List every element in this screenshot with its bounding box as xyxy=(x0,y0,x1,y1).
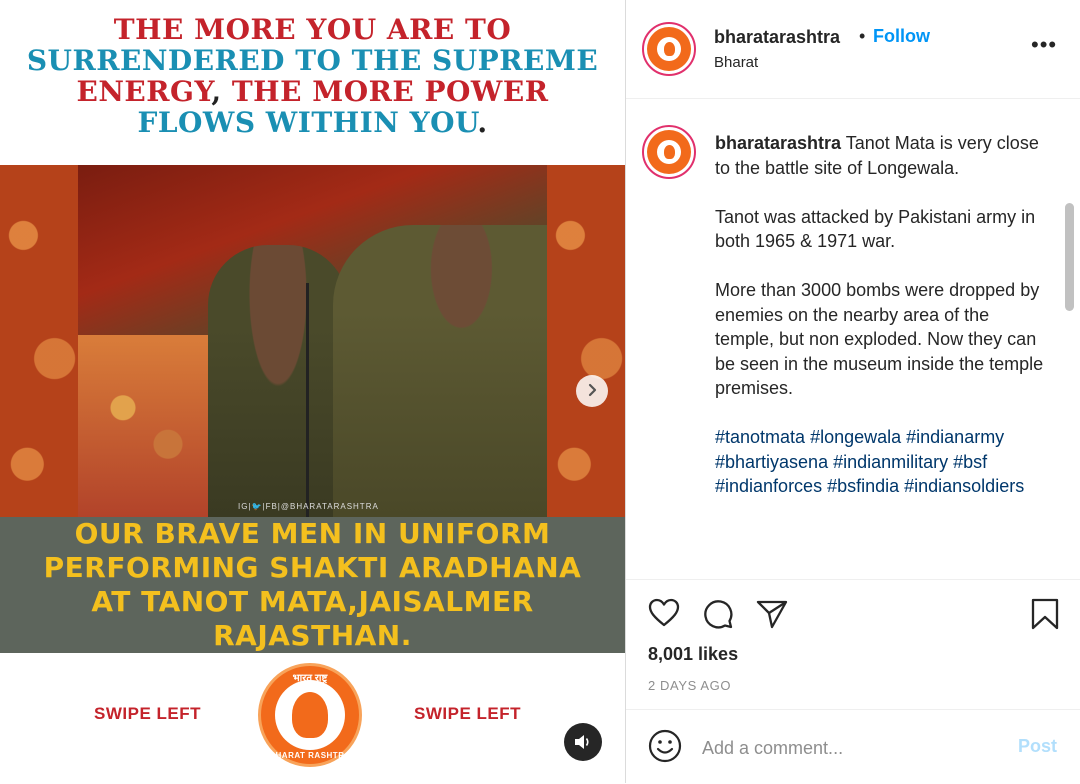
brand-logo-icon xyxy=(663,42,675,56)
photo-row: IG|🐦|FB|@BHARATARASHTRA xyxy=(0,165,625,517)
decorative-pattern-left xyxy=(0,165,78,517)
caption-line-2: PERFORMING SHAKTI ARADHANA xyxy=(43,551,582,584)
username-link[interactable]: bharatarashtra xyxy=(714,27,840,48)
comment-button[interactable] xyxy=(702,598,734,633)
soldier-figure xyxy=(208,245,348,517)
bookmark-icon xyxy=(1031,598,1059,630)
bulb-map-icon xyxy=(292,692,328,738)
caption-username-link[interactable]: bharatarashtra xyxy=(715,133,841,153)
more-options-icon[interactable]: ••• xyxy=(1031,34,1057,56)
caption-line-3: AT TANOT MATA,JAISALMER xyxy=(91,585,534,618)
swipe-right-label: SWIPE LEFT xyxy=(414,704,521,723)
follow-button[interactable]: Follow xyxy=(873,26,930,47)
share-button[interactable] xyxy=(756,599,788,632)
emoji-button[interactable] xyxy=(648,729,682,766)
crowd-image xyxy=(78,335,228,517)
scrollbar[interactable] xyxy=(1065,203,1074,311)
hashtags[interactable]: #tanotmata #longewala #indianarmy #bhart… xyxy=(715,425,1045,499)
comment-input[interactable] xyxy=(700,734,1004,762)
post-header: bharatarashtra • Follow Bharat ••• xyxy=(626,0,1080,99)
image-footer-band: SWIPE LEFT भारत राष्ट्र BHARAT RASHTRA S… xyxy=(0,653,625,783)
headline-line-3a: ENERGY xyxy=(76,75,212,108)
swipe-left-label: SWIPE LEFT xyxy=(94,704,201,723)
caption-scroll-area[interactable]: bharatarashtra Tanot Mata is very close … xyxy=(626,99,1080,579)
location-link[interactable]: Bharat xyxy=(714,54,758,71)
image-headline: THE MORE YOU ARE TO SURRENDERED TO THE S… xyxy=(0,14,625,138)
video-frame[interactable]: IG|🐦|FB|@BHARATARASHTRA xyxy=(78,165,547,517)
caption-line-1: OUR BRAVE MEN IN UNIFORM xyxy=(74,517,551,550)
comment-icon xyxy=(704,600,733,629)
post-actions: 8,001 likes 2 DAYS AGO xyxy=(626,579,1080,710)
headline-line-1: THE MORE YOU ARE TO xyxy=(113,13,512,46)
headline-line-4-end: . xyxy=(477,106,488,139)
like-button[interactable] xyxy=(648,598,680,631)
emoji-icon xyxy=(648,729,682,763)
post-date[interactable]: 2 DAYS AGO xyxy=(648,678,731,693)
paper-plane-icon xyxy=(756,600,788,629)
likes-count[interactable]: 8,001 likes xyxy=(648,644,738,665)
image-caption-text: OUR BRAVE MEN IN UNIFORM PERFORMING SHAK… xyxy=(13,517,613,653)
logo-english-text: BHARAT RASHTRA xyxy=(269,751,351,760)
speaker-icon xyxy=(575,735,589,749)
decorative-pattern-right xyxy=(547,165,625,517)
brand-logo-icon xyxy=(663,145,675,159)
caption-avatar[interactable] xyxy=(642,125,696,179)
caption-paragraph-3: More than 3000 bombs were dropped by ene… xyxy=(715,280,1044,398)
next-slide-button[interactable] xyxy=(576,375,608,407)
headline-line-4: FLOWS WITHIN YOU xyxy=(137,106,478,139)
bharat-rashtra-logo: भारत राष्ट्र BHARAT RASHTRA xyxy=(258,663,362,767)
microphone-stand xyxy=(306,283,309,517)
chevron-right-icon xyxy=(588,383,597,397)
caption-text: bharatarashtra Tanot Mata is very close … xyxy=(715,131,1045,523)
instagram-post-view: THE MORE YOU ARE TO SURRENDERED TO THE S… xyxy=(0,0,1080,783)
image-caption-box: OUR BRAVE MEN IN UNIFORM PERFORMING SHAK… xyxy=(0,517,625,653)
caption-paragraph-2: Tanot was attacked by Pakistani army in … xyxy=(715,206,1036,252)
heart-icon xyxy=(648,598,680,627)
headline-line-3b: , xyxy=(211,75,232,108)
save-button[interactable] xyxy=(1030,598,1060,633)
headline-line-2: SURRENDERED TO THE SUPREME xyxy=(26,44,599,77)
add-comment-bar: Post xyxy=(626,709,1080,784)
logo-hindi-text: भारत राष्ट्र xyxy=(292,673,328,684)
soldier-figure-foreground xyxy=(333,225,547,517)
social-watermark: IG|🐦|FB|@BHARATARASHTRA xyxy=(238,502,379,511)
separator-dot: • xyxy=(859,26,866,46)
caption-line-4: RAJASTHAN. xyxy=(213,619,412,652)
post-side-panel: bharatarashtra • Follow Bharat ••• bhara… xyxy=(625,0,1080,783)
post-media[interactable]: THE MORE YOU ARE TO SURRENDERED TO THE S… xyxy=(0,0,625,783)
post-comment-button[interactable]: Post xyxy=(1018,736,1057,757)
headline-line-3c: THE MORE POWER xyxy=(231,75,549,108)
avatar[interactable] xyxy=(642,22,696,76)
sound-toggle-button[interactable] xyxy=(564,723,602,761)
